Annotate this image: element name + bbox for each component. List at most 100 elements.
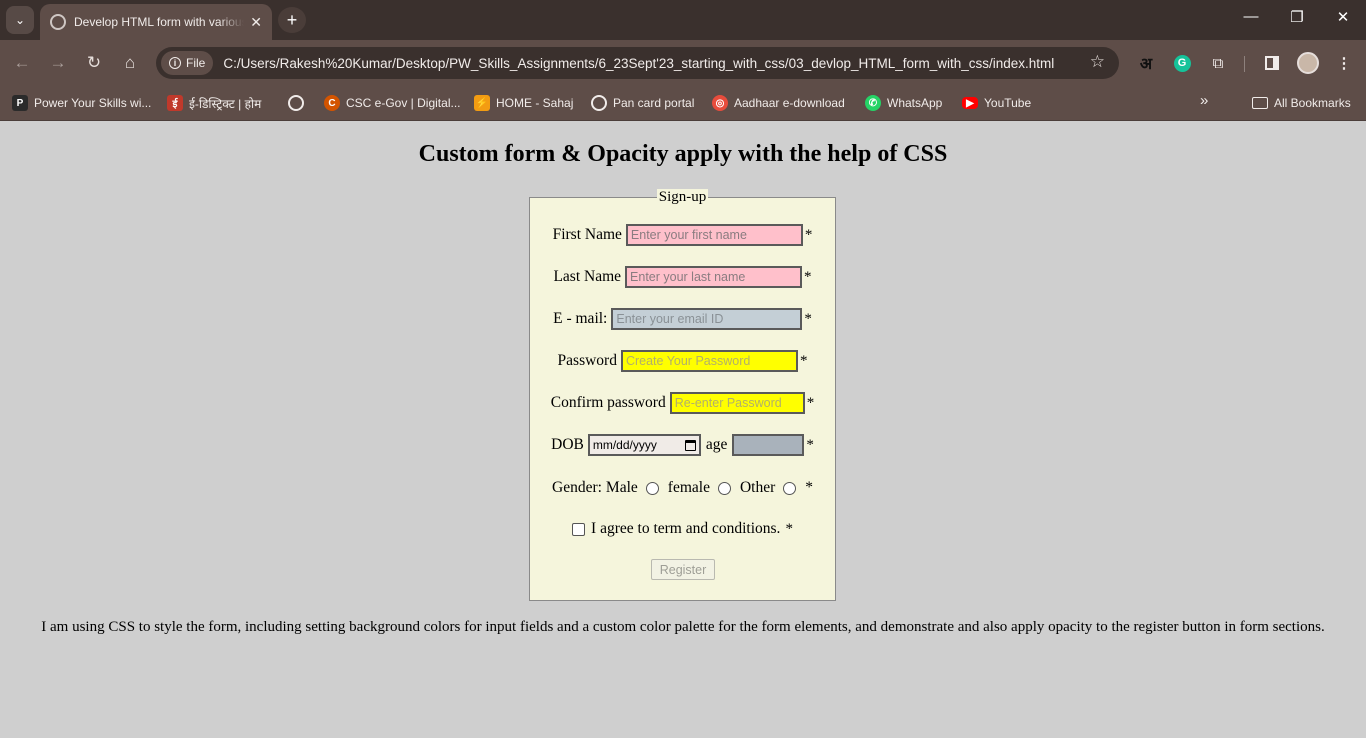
side-panel-button[interactable] bbox=[1260, 51, 1284, 75]
dob-input[interactable]: mm/dd/yyyy bbox=[587, 434, 701, 456]
grammarly-extension-button[interactable]: G bbox=[1170, 51, 1194, 75]
home-icon: ⌂ bbox=[124, 53, 136, 72]
bookmark-label: WhatsApp bbox=[887, 96, 943, 110]
tab-search-button[interactable]: ⌄ bbox=[6, 6, 34, 34]
close-tab-icon[interactable]: ✕ bbox=[250, 14, 262, 31]
female-radio[interactable] bbox=[717, 481, 731, 495]
bookmark-label: YouTube bbox=[984, 96, 1032, 110]
age-label: age bbox=[705, 436, 728, 453]
double-chevron-right-icon: » bbox=[1200, 92, 1209, 109]
all-bookmarks-button[interactable]: All Bookmarks bbox=[1252, 92, 1351, 114]
url-text[interactable]: C:/Users/Rakesh%20Kumar/Desktop/PW_Skill… bbox=[223, 56, 1054, 71]
bookmark-label: HOME - Sahaj bbox=[496, 96, 574, 110]
forward-button[interactable]: → bbox=[46, 51, 70, 75]
aadhaar-icon: ◎ bbox=[712, 95, 728, 111]
bookmark-label: Power Your Skills wi... bbox=[34, 96, 152, 110]
bookmark-item[interactable]: ▶ YouTube bbox=[962, 92, 1031, 114]
email-row: E - mail: * bbox=[530, 308, 835, 330]
puzzle-icon: ⧉ bbox=[1212, 54, 1224, 72]
restore-button[interactable]: ❐ bbox=[1282, 8, 1312, 26]
browser-menu-button[interactable]: ⋮ bbox=[1332, 51, 1356, 75]
extensions-button[interactable]: ⧉ bbox=[1206, 51, 1230, 75]
avatar bbox=[1297, 52, 1319, 74]
close-window-button[interactable]: ✕ bbox=[1328, 8, 1358, 26]
bookmark-item[interactable]: ⚡ HOME - Sahaj bbox=[474, 92, 573, 114]
minimize-button[interactable]: — bbox=[1236, 8, 1266, 25]
calendar-icon[interactable] bbox=[684, 439, 696, 451]
required-mark: * bbox=[806, 394, 815, 411]
first-name-input[interactable] bbox=[625, 224, 803, 246]
bookmark-label: Aadhaar e-download bbox=[734, 96, 845, 110]
reload-button[interactable]: ↻ bbox=[82, 51, 106, 75]
bookmark-item[interactable]: ◎ Aadhaar e-download bbox=[712, 92, 845, 114]
page-title: Custom form & Opacity apply with the hel… bbox=[418, 141, 948, 167]
sahaj-icon: ⚡ bbox=[474, 95, 490, 111]
globe-icon bbox=[288, 95, 304, 111]
back-button[interactable]: ← bbox=[10, 51, 34, 75]
agree-checkbox[interactable] bbox=[572, 522, 586, 536]
browser-toolbar: ← → ↻ ⌂ i File C:/Users/Rakesh%20Kumar/D… bbox=[0, 40, 1366, 86]
arrow-left-icon: ← bbox=[13, 53, 31, 72]
bookmark-item[interactable]: C CSC e-Gov | Digital... bbox=[324, 92, 460, 114]
last-name-label: Last Name bbox=[553, 268, 622, 285]
star-icon[interactable]: ☆ bbox=[1090, 52, 1105, 72]
bookmark-label: Pan card portal bbox=[613, 96, 695, 110]
bookmarks-bar: P Power Your Skills wi... ई ई-डिस्ट्रिक्… bbox=[0, 86, 1366, 121]
gender-label: Gender: bbox=[552, 479, 602, 496]
address-bar[interactable]: i File C:/Users/Rakesh%20Kumar/Desktop/P… bbox=[156, 47, 1119, 79]
folder-icon bbox=[1252, 97, 1268, 109]
other-radio[interactable] bbox=[783, 481, 797, 495]
globe-icon bbox=[591, 95, 607, 111]
confirm-password-row: Confirm password * bbox=[530, 392, 835, 414]
more-bookmarks-button[interactable]: » bbox=[1200, 92, 1208, 109]
bookmark-item[interactable]: P Power Your Skills wi... bbox=[12, 92, 151, 114]
confirm-password-label: Confirm password bbox=[550, 394, 666, 411]
male-radio[interactable] bbox=[645, 481, 659, 495]
required-mark: * bbox=[804, 268, 812, 285]
dob-placeholder: mm/dd/yyyy bbox=[592, 438, 657, 452]
site-info-button[interactable]: i File bbox=[161, 51, 214, 75]
last-name-input[interactable] bbox=[625, 266, 803, 288]
home-button[interactable]: ⌂ bbox=[118, 51, 142, 75]
agree-row: I agree to term and conditions. * bbox=[530, 518, 835, 540]
profile-button[interactable] bbox=[1296, 51, 1320, 75]
required-mark: * bbox=[804, 226, 813, 243]
bookmark-item[interactable] bbox=[288, 92, 304, 114]
email-input[interactable] bbox=[611, 308, 803, 330]
age-input[interactable] bbox=[732, 434, 805, 456]
dob-row: DOB mm/dd/yyyy age * bbox=[530, 434, 835, 456]
dob-label: DOB bbox=[551, 436, 584, 453]
legend-text: Sign-up bbox=[656, 189, 709, 205]
password-input[interactable] bbox=[620, 350, 798, 372]
register-button[interactable]: Register bbox=[651, 559, 715, 580]
required-mark: * bbox=[805, 479, 813, 496]
bookmark-item[interactable]: Pan card portal bbox=[591, 92, 694, 114]
required-mark: * bbox=[785, 520, 793, 537]
bookmark-label: ई-डिस्ट्रिक्ट | होम bbox=[189, 96, 262, 111]
csc-icon: C bbox=[324, 95, 340, 111]
bookmark-item[interactable]: ✆ WhatsApp bbox=[865, 92, 942, 114]
reload-icon: ↻ bbox=[86, 53, 102, 72]
toolbar-divider bbox=[1244, 56, 1245, 72]
tab-title: Develop HTML form with various bbox=[74, 15, 245, 29]
bookmark-item[interactable]: ई ई-डिस्ट्रिक्ट | होम bbox=[167, 92, 261, 114]
female-label: female bbox=[667, 479, 710, 496]
required-mark: * bbox=[806, 436, 814, 453]
password-label: Password bbox=[557, 352, 617, 369]
hindi-extension-icon[interactable]: अ bbox=[1134, 51, 1158, 75]
agree-label: I agree to term and conditions. bbox=[591, 520, 781, 537]
required-mark: * bbox=[804, 310, 812, 327]
arrow-right-icon: → bbox=[49, 53, 67, 72]
first-name-label: First Name bbox=[552, 226, 622, 243]
kebab-menu-icon: ⋮ bbox=[1336, 55, 1352, 72]
active-tab[interactable]: Develop HTML form with various ✕ bbox=[40, 4, 272, 40]
grammarly-icon: G bbox=[1173, 54, 1191, 72]
male-label: Male bbox=[605, 479, 638, 496]
other-label: Other bbox=[739, 479, 776, 496]
bookmark-label: CSC e-Gov | Digital... bbox=[346, 96, 461, 110]
all-bookmarks-label: All Bookmarks bbox=[1274, 96, 1351, 110]
new-tab-button[interactable]: + bbox=[278, 7, 306, 33]
pw-skills-icon: P bbox=[12, 95, 28, 111]
last-name-row: Last Name * bbox=[530, 266, 835, 288]
confirm-password-input[interactable] bbox=[669, 392, 805, 414]
